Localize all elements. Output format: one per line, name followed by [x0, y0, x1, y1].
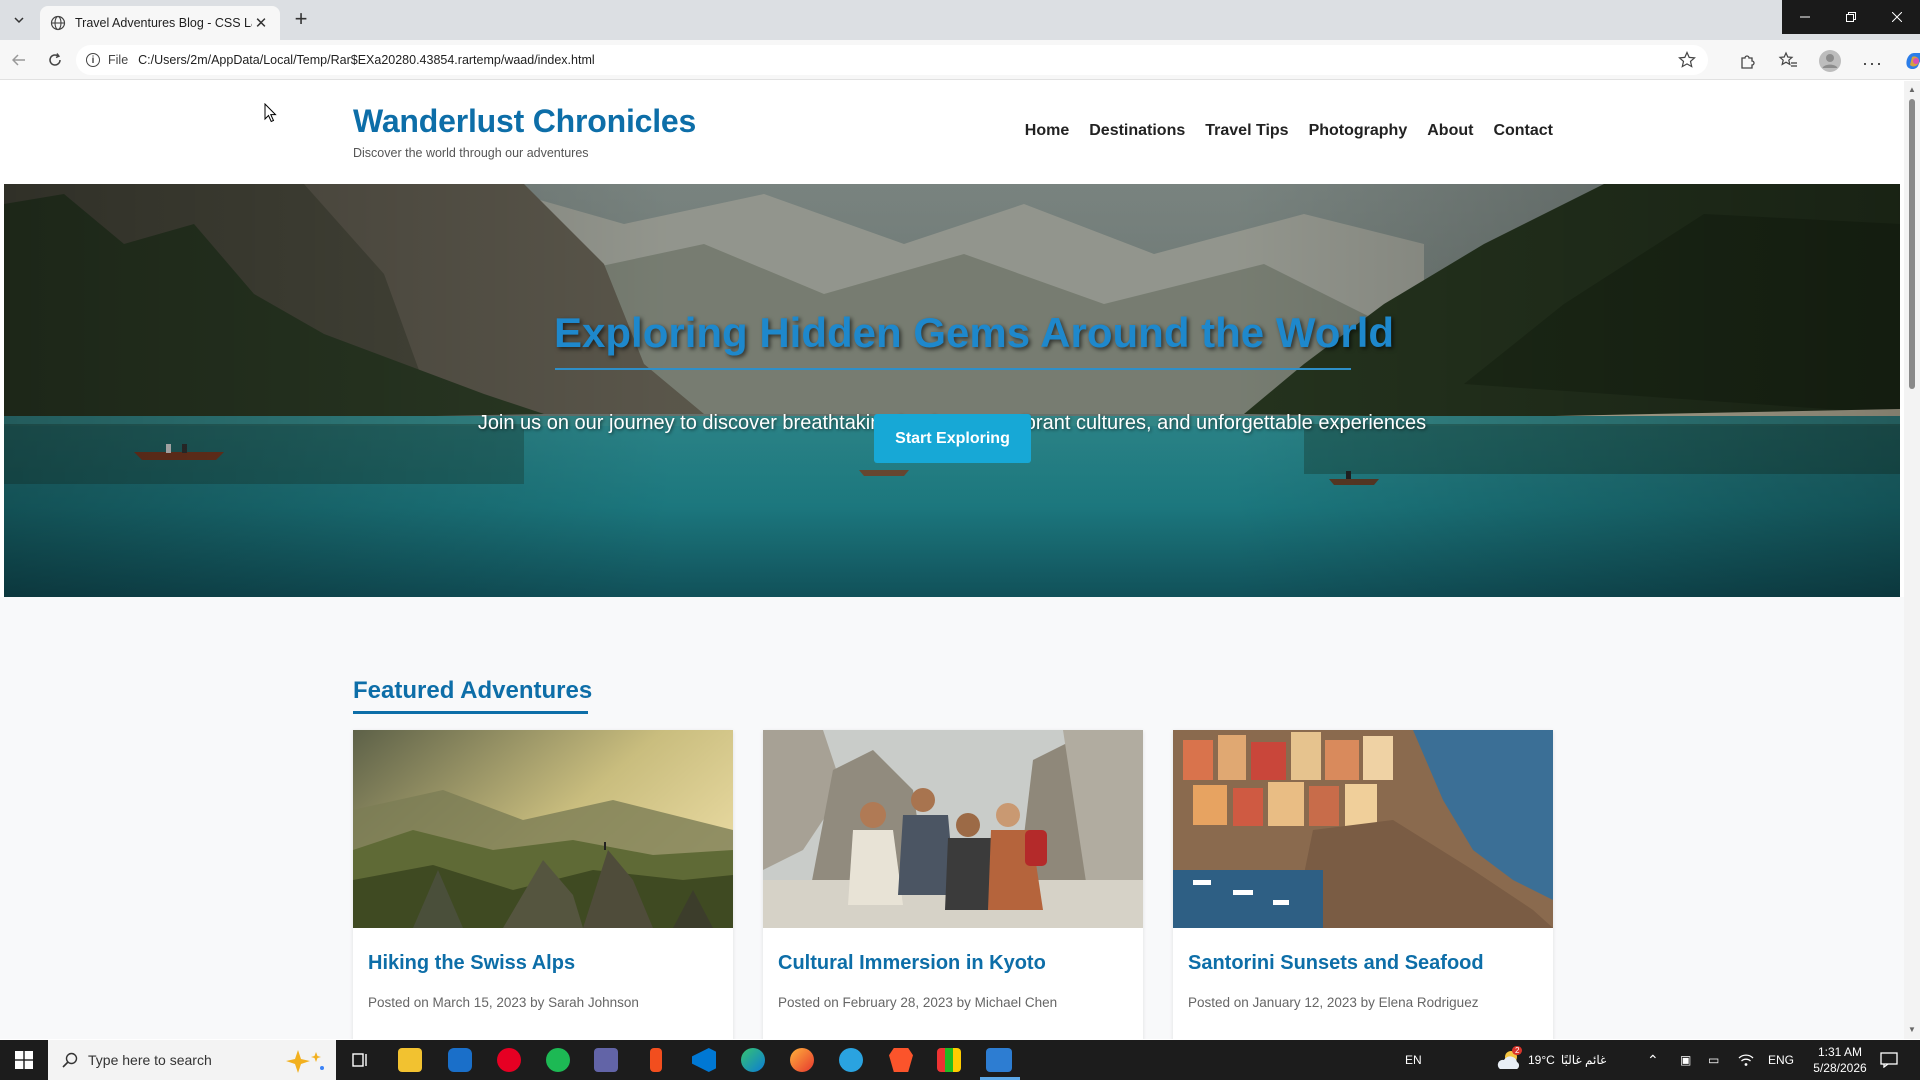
weather-text: غائم غالبًا [1560, 1053, 1607, 1067]
tab-actions-chevron-icon[interactable] [8, 9, 30, 31]
brand: Wanderlust Chronicles Discover the world… [353, 103, 696, 160]
window-close-icon[interactable] [1874, 0, 1920, 34]
start-exploring-button[interactable]: Start Exploring [874, 414, 1031, 463]
card-title[interactable]: Cultural Immersion in Kyoto [778, 952, 1046, 975]
hero-lake-image [4, 184, 1900, 597]
tray-device-icon[interactable]: ▣ [1680, 1040, 1691, 1080]
card-santorini[interactable]: Santorini Sunsets and Seafood Posted on … [1173, 730, 1553, 1039]
clock-time: 1:31 AM [1817, 1045, 1863, 1059]
refresh-icon[interactable] [46, 51, 64, 69]
scroll-up-icon[interactable]: ▲ [1907, 85, 1917, 95]
search-highlight-sparkle-icon [286, 1050, 324, 1073]
brave-icon[interactable] [889, 1048, 913, 1072]
hero-banner: Exploring Hidden Gems Around the World J… [4, 184, 1900, 597]
spotify-icon[interactable] [546, 1048, 570, 1072]
tab-close-icon[interactable]: ✕ [252, 14, 270, 32]
scroll-down-icon[interactable]: ▼ [1907, 1025, 1917, 1035]
site-tagline: Discover the world through our adventure… [353, 146, 589, 160]
edge-browser-icon[interactable] [741, 1048, 765, 1072]
main-nav: Home Destinations Travel Tips Photograph… [1025, 122, 1553, 140]
site-header: Wanderlust Chronicles Discover the world… [0, 81, 1904, 183]
battery-icon[interactable]: ▭ [1708, 1040, 1719, 1080]
card-image-mountain-hike [353, 730, 733, 928]
media-player-icon[interactable] [986, 1048, 1012, 1072]
tab-title: Travel Adventures Blog - CSS Lab [75, 16, 252, 30]
search-icon [62, 1052, 78, 1068]
scrollbar-thumb[interactable] [1909, 99, 1915, 389]
card-meta: Posted on February 28, 2023 by Michael C… [778, 995, 1058, 1010]
weather-widget[interactable]: 2 19°C غائم غالبًا [1496, 1040, 1606, 1080]
profile-avatar-icon[interactable] [1818, 49, 1842, 78]
card-image-coastal-village [1173, 730, 1553, 928]
figma-icon[interactable] [650, 1048, 662, 1072]
nav-home[interactable]: Home [1025, 122, 1069, 140]
notifications-icon[interactable] [1880, 1040, 1898, 1080]
card-meta: Posted on January 12, 2023 by Elena Rodr… [1188, 995, 1479, 1010]
wifi-icon[interactable] [1738, 1040, 1754, 1080]
keyboard-layout[interactable]: ENG [1768, 1040, 1794, 1080]
app-grid-icon[interactable] [937, 1048, 961, 1072]
clock[interactable]: 1:31 AM 5/28/2026 [1800, 1040, 1880, 1080]
nav-destinations[interactable]: Destinations [1089, 122, 1185, 140]
nav-travel-tips[interactable]: Travel Tips [1205, 122, 1288, 140]
window-controls [1782, 0, 1920, 34]
start-exploring-label: Start Exploring [895, 429, 1010, 447]
clock-date: 5/28/2026 [1813, 1061, 1867, 1075]
input-language[interactable]: EN [1405, 1040, 1422, 1080]
hero-title: Exploring Hidden Gems Around the World [554, 309, 1395, 356]
teams-icon[interactable] [594, 1048, 618, 1072]
card-swiss-alps[interactable]: Hiking the Swiss Alps Posted on March 15… [353, 730, 733, 1039]
site-title[interactable]: Wanderlust Chronicles [353, 103, 696, 140]
card-meta: Posted on March 15, 2023 by Sarah Johnso… [368, 995, 639, 1010]
featured-heading: Featured Adventures [353, 677, 593, 704]
favorites-icon[interactable] [1778, 51, 1798, 76]
search-placeholder: Type here to search [88, 1052, 212, 1068]
globe-icon [50, 15, 66, 31]
favorite-star-icon[interactable] [1678, 51, 1696, 74]
file-explorer-icon[interactable] [398, 1048, 422, 1072]
vscode-icon[interactable] [692, 1048, 716, 1072]
site-info-icon[interactable]: i [86, 53, 100, 67]
back-arrow-icon[interactable] [10, 51, 28, 69]
weather-temp: 19°C [1528, 1053, 1555, 1067]
copilot-icon[interactable] [1903, 50, 1920, 77]
card-kyoto[interactable]: Cultural Immersion in Kyoto Posted on Fe… [763, 730, 1143, 1039]
nav-about[interactable]: About [1427, 122, 1473, 140]
active-tab[interactable]: Travel Adventures Blog - CSS Lab ✕ [40, 6, 280, 40]
taskbar-search[interactable]: Type here to search [48, 1040, 336, 1080]
card-title[interactable]: Hiking the Swiss Alps [368, 952, 575, 975]
minimize-icon[interactable] [1782, 0, 1828, 34]
featured-section: Featured Adventures Hiking the Swiss Alp… [0, 597, 1904, 1039]
page-viewport: Wanderlust Chronicles Discover the world… [0, 81, 1904, 1039]
tray-expand-chevron-icon[interactable]: ⌃ [1647, 1040, 1659, 1080]
restore-icon[interactable] [1828, 0, 1874, 34]
card-title[interactable]: Santorini Sunsets and Seafood [1188, 952, 1484, 975]
nav-photography[interactable]: Photography [1309, 122, 1408, 140]
more-options-icon[interactable]: ··· [1862, 53, 1883, 74]
nav-contact[interactable]: Contact [1493, 122, 1553, 140]
pinterest-icon[interactable] [497, 1048, 521, 1072]
task-view-icon[interactable] [348, 1048, 372, 1072]
extensions-puzzle-icon[interactable] [1738, 51, 1758, 76]
featured-heading-underline [353, 711, 588, 714]
url-text[interactable]: C:/Users/2m/AppData/Local/Temp/Rar$EXa20… [138, 53, 595, 67]
windows-taskbar: Type here to search EN 2 19°C غائم غالبً… [0, 1040, 1920, 1080]
card-image-friends-hiking [763, 730, 1143, 928]
new-tab-plus-icon[interactable]: + [290, 8, 312, 31]
browser-tab-bar: Travel Adventures Blog - CSS Lab ✕ + [0, 0, 1920, 40]
telegram-icon[interactable] [839, 1048, 863, 1072]
firefox-icon[interactable] [790, 1048, 814, 1072]
address-toolbar: i File C:/Users/2m/AppData/Local/Temp/Ra… [0, 40, 1920, 80]
mouse-cursor-icon [264, 103, 277, 123]
url-bar[interactable]: i File C:/Users/2m/AppData/Local/Temp/Ra… [76, 45, 1708, 75]
windows-start-icon[interactable] [0, 1040, 48, 1080]
url-scheme-label: File [108, 53, 129, 67]
outlook-icon[interactable] [448, 1048, 472, 1072]
hero-title-underline [555, 368, 1351, 370]
page-scrollbar[interactable]: ▲ ▼ [1904, 81, 1920, 1039]
